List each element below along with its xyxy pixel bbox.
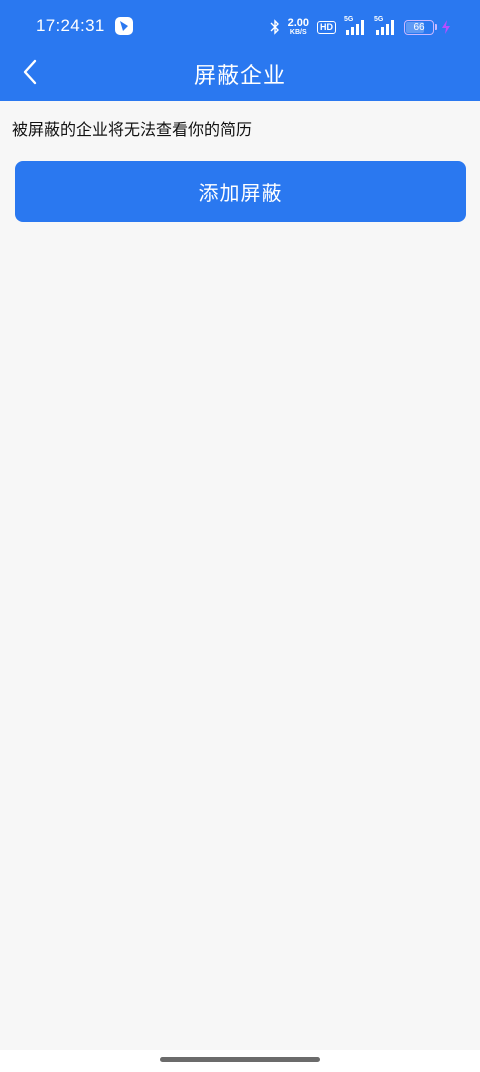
bluetooth-icon [270, 19, 279, 35]
network-speed-value: 2.00 [287, 17, 309, 29]
gesture-area [0, 1050, 480, 1072]
add-block-button[interactable]: 添加屏蔽 [15, 161, 466, 222]
signal-network-label: 5G [344, 16, 354, 23]
battery-icon: 66 [404, 19, 437, 35]
page-title: 屏蔽企业 [193, 64, 286, 89]
battery-tip [435, 23, 437, 30]
network-speed-unit: KB/S [289, 29, 307, 36]
home-gesture-bar[interactable] [160, 1057, 320, 1062]
signal-icon: 5G [344, 16, 366, 36]
app-notification-icon [115, 17, 133, 35]
app-bar: 17:24:31 2.00 KB/S HD 5G 5G 66 屏蔽企业 [0, 0, 480, 101]
battery-percent: 66 [413, 21, 425, 33]
signal-icon: 5G [374, 16, 396, 36]
hint-text: 被屏蔽的企业将无法查看你的简历 [12, 120, 253, 139]
status-icons: 2.00 KB/S HD 5G 5G 66 [270, 16, 450, 38]
status-time: 17:24:31 [36, 16, 105, 35]
network-speed: 2.00 KB/S [287, 17, 309, 37]
hd-badge: HD [317, 20, 336, 34]
signal-network-label: 5G [374, 16, 384, 23]
charging-icon [442, 20, 450, 34]
nav-bar: 屏蔽企业 [0, 44, 480, 101]
